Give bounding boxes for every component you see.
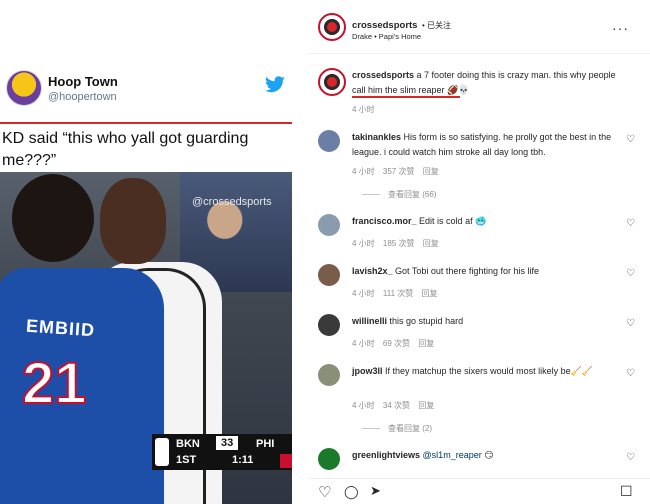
comment-username[interactable]: greenlightviews	[352, 450, 420, 460]
comment-likes[interactable]: 357 次赞	[383, 167, 415, 176]
reply-button[interactable]: 回复	[423, 167, 439, 176]
comment-username[interactable]: takinankles	[352, 132, 401, 142]
comment-text: Got Tobi out there fighting for his life	[395, 266, 539, 276]
comment-likes[interactable]: 34 次赞	[383, 401, 410, 410]
tweet-screenshot: Hoop Town @hoopertown KD said “this who …	[0, 62, 292, 174]
comment-like-icon[interactable]: ♡	[626, 134, 635, 145]
post-header: crossedsports • 已关注 Drake • Papi's Home …	[308, 0, 650, 54]
tweet-avatar	[6, 70, 42, 106]
comment-item: jpow3ll If they matchup the sixers would…	[352, 364, 620, 379]
save-icon[interactable]: ☐	[620, 483, 633, 500]
team1-score: 33	[216, 436, 239, 450]
comment-likes[interactable]: 111 次赞	[383, 289, 413, 298]
reply-button[interactable]: 回复	[418, 339, 434, 348]
comment-avatar[interactable]	[318, 214, 340, 236]
comment-like-icon[interactable]: ♡	[626, 318, 635, 329]
comment-like-icon[interactable]: ♡	[626, 218, 635, 229]
comment-meta: 4 小时 185 次赞 回复	[352, 238, 445, 249]
caption: crossedsports a 7 footer doing this is c…	[352, 68, 624, 98]
author-username[interactable]: crossedsports	[352, 20, 417, 31]
player-embiid-head	[12, 174, 94, 262]
comment-text: Edit is cold af 🥶	[419, 216, 487, 226]
like-icon[interactable]: ♡	[318, 483, 331, 501]
comment-time: 4 小时	[352, 239, 375, 248]
scoreboard: BKN 33 PHI 1ST 1:11	[152, 434, 292, 470]
comment-like-icon[interactable]: ♡	[626, 368, 635, 379]
audio-track[interactable]: Drake • Papi's Home	[352, 32, 421, 41]
comment-username[interactable]: lavish2x_	[352, 266, 393, 276]
comment-icon[interactable]: ◯	[344, 484, 359, 500]
tweet-author-handle: @hoopertown	[48, 91, 117, 103]
comment-avatar[interactable]	[318, 264, 340, 286]
caption-avatar[interactable]	[318, 68, 346, 96]
comment-time: 4 小时	[352, 339, 375, 348]
comment-username[interactable]: jpow3ll	[352, 366, 383, 376]
tweet-text: KD said “this who yall got guarding me??…	[0, 122, 292, 174]
share-icon[interactable]: ➤	[370, 483, 381, 499]
caption-time: 4 小时	[352, 105, 375, 114]
team2-label: PHI	[256, 438, 275, 450]
comment-username[interactable]: francisco.mor_	[352, 216, 417, 226]
watermark: @crossedsports	[192, 196, 272, 208]
reply-button[interactable]: 回复	[423, 239, 439, 248]
reply-button[interactable]: 回复	[422, 289, 438, 298]
comment-time: 4 小时	[352, 289, 375, 298]
reply-button[interactable]: 回复	[418, 401, 434, 410]
comment-item: greenlightviews @sl1m_reaper 😏	[352, 448, 620, 463]
comment-avatar[interactable]	[318, 448, 340, 470]
team1-label: BKN	[176, 438, 200, 450]
post-sidebar: crossedsports • 已关注 Drake • Papi's Home …	[308, 0, 650, 504]
comment-meta: 4 小时 111 次赞 回复	[352, 288, 444, 299]
comment-item: lavish2x_ Got Tobi out there fighting fo…	[352, 264, 620, 279]
caption-username[interactable]: crossedsports	[352, 70, 414, 80]
comment-avatar[interactable]	[318, 314, 340, 336]
game-photo: @crossedsports EMBIID 21 BKN 33 PHI 1ST …	[0, 172, 292, 504]
comment-meta: 4 小时 34 次赞 回复	[352, 400, 440, 411]
twitter-bird-icon	[265, 76, 285, 93]
comment-text: this go stupid hard	[389, 316, 464, 326]
game-clock: 1:11	[232, 454, 254, 466]
comment-item: willinelli this go stupid hard	[352, 314, 620, 329]
view-replies-button[interactable]: 查看回复 (2)	[362, 423, 432, 434]
comment-item: francisco.mor_ Edit is cold af 🥶	[352, 214, 620, 229]
quarter-label: 1ST	[176, 454, 197, 466]
nba-logo-icon	[155, 438, 169, 466]
more-options-icon[interactable]: ···	[612, 20, 629, 36]
team2-color-block	[280, 454, 292, 468]
comment-likes[interactable]: 185 次赞	[383, 239, 415, 248]
comment-time: 4 小时	[352, 167, 375, 176]
caption-highlight-underline	[352, 96, 460, 98]
tweet-author-name: Hoop Town	[48, 74, 118, 89]
author-avatar[interactable]	[318, 13, 346, 41]
view-replies-button[interactable]: 查看回复 (66)	[362, 189, 436, 200]
comment-username[interactable]: willinelli	[352, 316, 387, 326]
comment-meta: 4 小时 357 次赞 回复	[352, 166, 445, 177]
post-action-bar: ♡ ◯ ➤ ☐	[308, 478, 650, 504]
comment-time: 4 小时	[352, 401, 375, 410]
comment-like-icon[interactable]: ♡	[626, 452, 635, 463]
comment-meta: 4 小时 69 次赞 回复	[352, 338, 440, 349]
jersey-number: 21	[21, 350, 88, 417]
comment-text: If they matchup the sixers would most li…	[385, 366, 594, 376]
post-media[interactable]: Hoop Town @hoopertown KD said “this who …	[0, 0, 292, 504]
comment-likes[interactable]: 69 次赞	[383, 339, 410, 348]
follow-status[interactable]: • 已关注	[422, 21, 451, 30]
comment-item: takinankles His form is so satisfying. h…	[352, 130, 620, 160]
comment-text: 😏	[484, 450, 494, 460]
comment-avatar[interactable]	[318, 364, 340, 386]
comment-mention[interactable]: @sl1m_reaper	[423, 450, 482, 460]
comment-like-icon[interactable]: ♡	[626, 268, 635, 279]
comment-avatar[interactable]	[318, 130, 340, 152]
player-durant-head	[100, 178, 166, 264]
